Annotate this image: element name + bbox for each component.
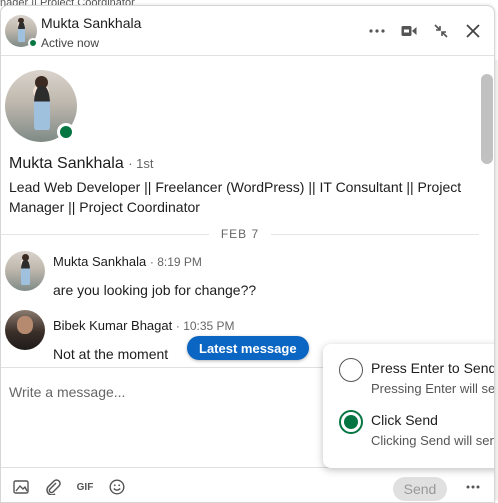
scrollbar[interactable] — [481, 62, 493, 362]
message-sender: Mukta Sankhala · 8:19 PM — [53, 254, 202, 269]
emoji-icon[interactable] — [107, 477, 127, 497]
close-icon[interactable] — [462, 20, 484, 42]
minimize-icon[interactable] — [430, 20, 452, 42]
profile-headline: Lead Web Developer || Freelancer (WordPr… — [9, 179, 462, 215]
message-time: · 8:19 PM — [149, 255, 202, 269]
chat-header[interactable]: Mukta Sankhala Active now — [1, 6, 494, 56]
message-sender: Bibek Kumar Bhagat · 10:35 PM — [53, 318, 235, 333]
radio-press-enter[interactable] — [339, 358, 363, 382]
profile-name[interactable]: Mukta Sankhala · 1st — [9, 155, 153, 173]
latest-message-button[interactable]: Latest message — [187, 336, 309, 360]
option-description: Pressing Enter will send — [371, 381, 495, 396]
radio-click-send[interactable] — [339, 410, 363, 434]
message-time: · 10:35 PM — [175, 319, 235, 333]
message-avatar[interactable] — [5, 251, 45, 291]
option-title[interactable]: Press Enter to Send — [371, 360, 494, 376]
message-text: Not at the moment — [53, 346, 169, 362]
composer-toolbar: GIF Send — [1, 467, 494, 502]
send-button[interactable]: Send — [393, 477, 447, 501]
connection-degree: · 1st — [128, 156, 154, 171]
header-name[interactable]: Mukta Sankhala — [41, 15, 141, 31]
date-label: FEB 7 — [220, 227, 260, 241]
more-icon[interactable] — [366, 20, 388, 42]
gif-icon[interactable]: GIF — [75, 477, 95, 497]
video-icon[interactable] — [398, 20, 420, 42]
more-options-icon[interactable] — [463, 477, 483, 497]
image-icon[interactable] — [11, 477, 31, 497]
option-title[interactable]: Click Send — [371, 412, 438, 428]
chat-window: Mukta Sankhala Active now Mukta Sankhala… — [0, 5, 495, 503]
option-description: Clicking Send will send — [371, 433, 495, 448]
send-options-popup: Press Enter to Send Pressing Enter will … — [323, 344, 495, 468]
message-list[interactable]: Mukta Sankhala · 1st Lead Web Developer … — [1, 56, 479, 367]
online-indicator-large — [57, 123, 75, 141]
online-indicator — [28, 38, 38, 48]
sender-name[interactable]: Bibek Kumar Bhagat — [53, 318, 172, 333]
profile-name-text[interactable]: Mukta Sankhala — [9, 155, 124, 172]
scrollbar-thumb[interactable] — [481, 74, 493, 164]
sender-name[interactable]: Mukta Sankhala — [53, 254, 146, 269]
header-status: Active now — [41, 36, 100, 50]
date-separator: FEB 7 — [1, 227, 479, 241]
message-input[interactable]: Write a message... — [9, 384, 125, 400]
attachment-icon[interactable] — [43, 477, 63, 497]
message-avatar[interactable] — [5, 310, 45, 350]
message-text: are you looking job for change?? — [53, 282, 257, 298]
